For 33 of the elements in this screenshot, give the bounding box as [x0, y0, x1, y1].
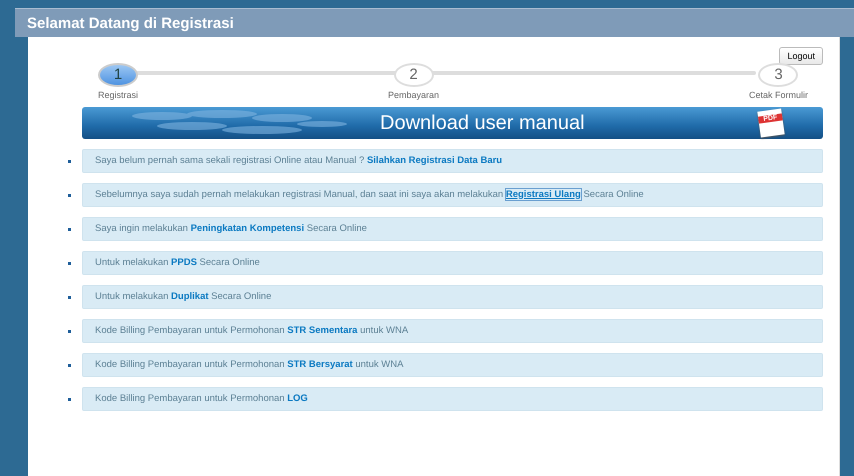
option-link[interactable]: LOG [287, 392, 308, 404]
option-link[interactable]: Peningkatan Kompetensi [190, 222, 304, 234]
option-text: Kode Billing Pembayaran untuk Permohonan STR Sementara untuk WNA [95, 326, 408, 336]
banner-text: Download user manual [380, 112, 585, 134]
bullet-icon [68, 296, 71, 298]
bullet-icon [68, 194, 71, 196]
option-link[interactable]: Duplikat [171, 290, 209, 302]
bullet-icon [68, 364, 71, 366]
option-text: Saya belum pernah sama sekali registrasi Online atau Manual ? Silahkan Registrasi Data Baru [95, 156, 502, 166]
bullet-icon [68, 330, 71, 332]
step-label: Cetak Formulir [748, 90, 808, 100]
option-text: Untuk melakukan Duplikat Secara Online [95, 292, 272, 302]
option-text: Kode Billing Pembayaran untuk Permohonan STR Bersyarat untuk WNA [95, 360, 404, 370]
bullet-icon [68, 228, 71, 230]
option-text: Untuk melakukan PPDS Secara Online [95, 258, 260, 268]
step-label: Registrasi [98, 90, 138, 100]
option-link[interactable]: PPDS [171, 256, 197, 268]
option-link[interactable]: STR Sementara [287, 324, 358, 336]
step-label: Pembayaran [388, 90, 440, 100]
option-link[interactable]: STR Bersyarat [287, 358, 353, 370]
logout-button[interactable]: Logout [779, 47, 823, 65]
option-link[interactable]: Registrasi Ulang [506, 188, 581, 200]
option-text: Saya ingin melakukan Peningkatan Kompetensi Secara Online [95, 224, 367, 234]
option-text: Sebelumnya saya sudah pernah melakukan registrasi Manual, dan saat ini saya akan melakukan Registrasi Ulang Secara Online [95, 190, 644, 200]
page-title: Selamat Datang di Registrasi [27, 14, 234, 32]
step-circle: 3 [758, 63, 798, 87]
step-circle: 1 [98, 63, 138, 87]
option-text: Kode Billing Pembayaran untuk Permohonan LOG [95, 394, 308, 404]
bullet-icon [68, 160, 71, 162]
step-circle: 2 [394, 63, 434, 87]
bullet-icon [68, 262, 71, 264]
option-link[interactable]: Silahkan Registrasi Data Baru [366, 154, 502, 166]
bullet-icon [68, 398, 71, 400]
